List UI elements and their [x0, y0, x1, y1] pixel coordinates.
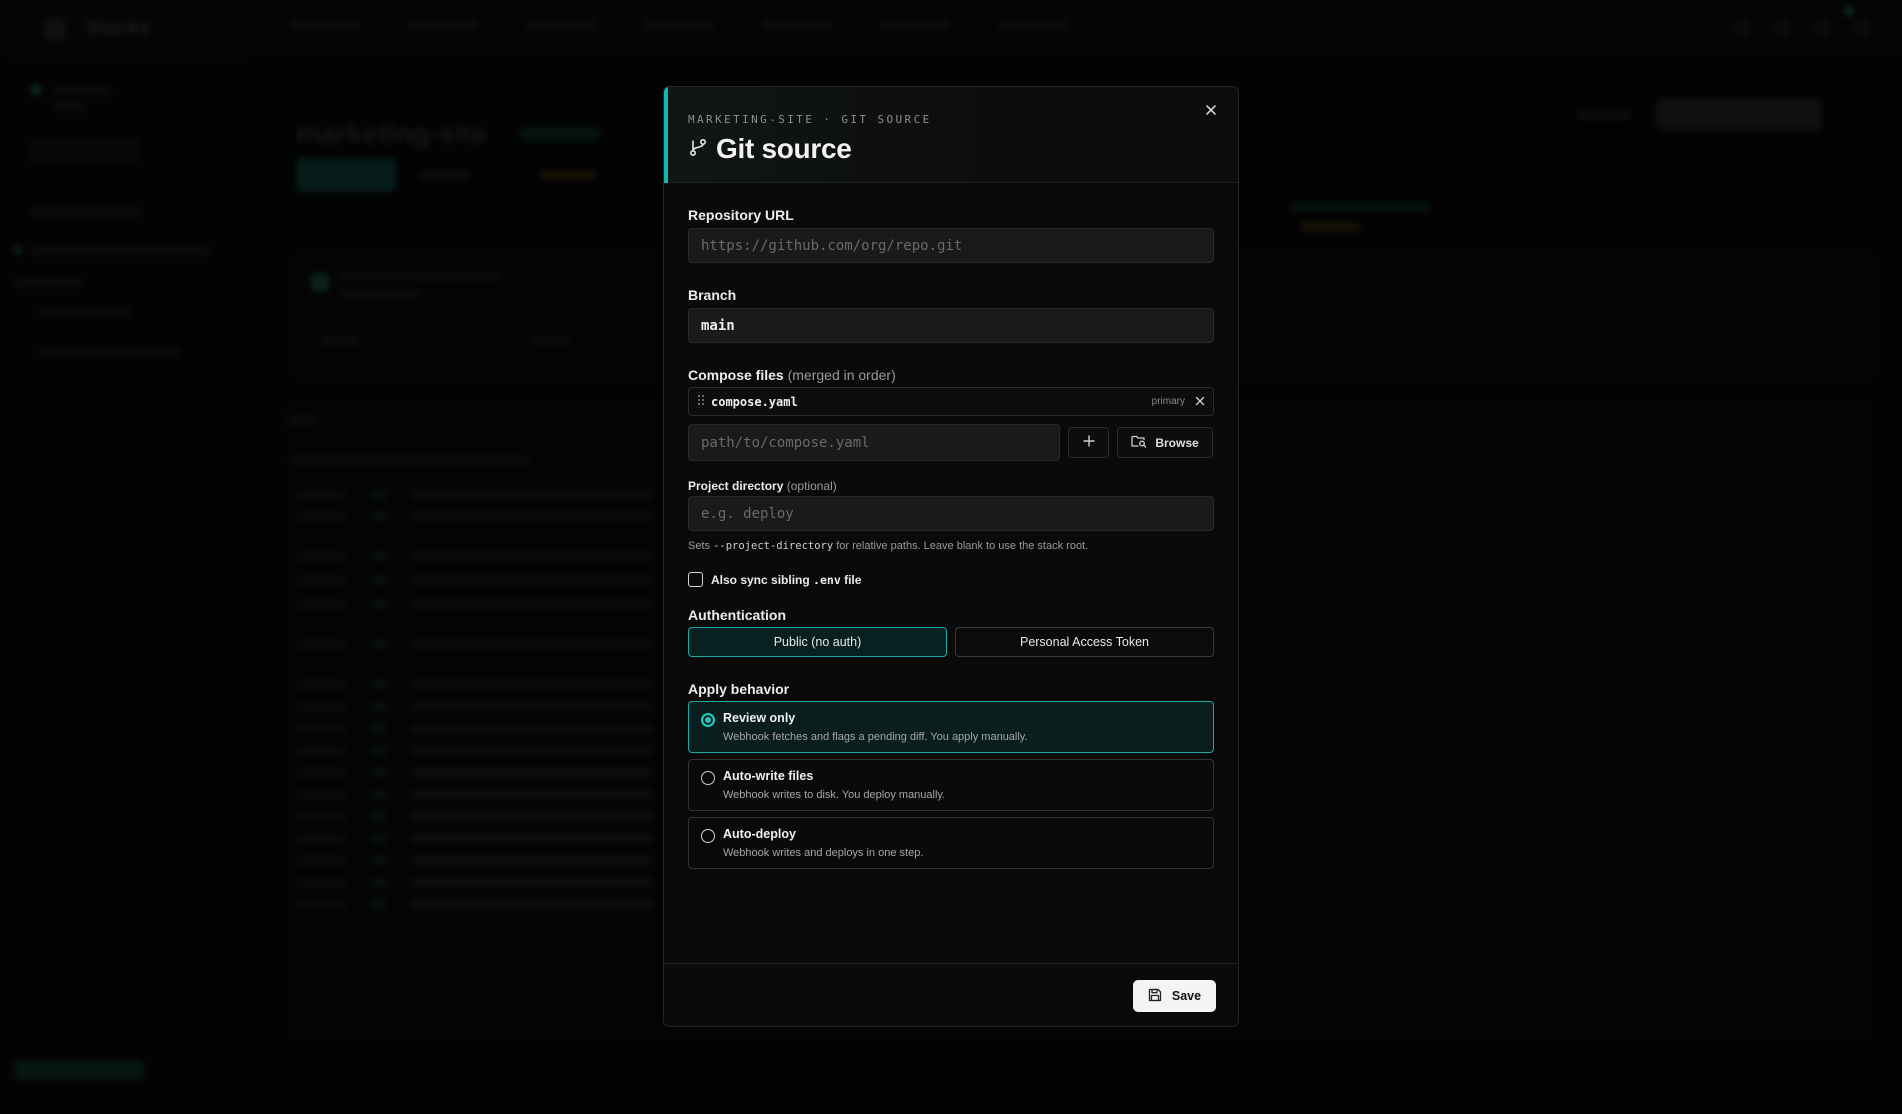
authentication-options: Public (no auth) Personal Access Token — [688, 627, 1214, 657]
browse-label: Browse — [1155, 435, 1199, 450]
plus-icon — [1082, 434, 1095, 452]
authentication-label: Authentication — [688, 607, 786, 623]
apply-option-desc: Webhook writes and deploys in one step. — [723, 847, 924, 859]
add-compose-file-button[interactable] — [1068, 427, 1109, 458]
compose-file-item: compose.yaml primary — [688, 387, 1214, 416]
close-button[interactable] — [1200, 101, 1222, 123]
apply-option-title: Auto-deploy — [723, 827, 796, 841]
sync-env-suffix: file — [844, 572, 862, 587]
compose-files-label: Compose files (merged in order) — [688, 367, 1214, 383]
hint-suffix: for relative paths. Leave blank to use t… — [836, 540, 1089, 552]
project-directory-input[interactable]: e.g. deploy — [688, 496, 1214, 531]
branch-label: Branch — [688, 287, 737, 303]
git-source-dialog: MARKETING-SITE · GIT SOURCE Git source R… — [663, 86, 1239, 1027]
apply-option-title: Review only — [723, 711, 796, 725]
dialog-header: MARKETING-SITE · GIT SOURCE Git source — [664, 87, 1238, 183]
apply-option-auto-deploy[interactable]: Auto-deploy Webhook writes and deploys i… — [688, 817, 1214, 869]
apply-option-auto-write[interactable]: Auto-write files Webhook writes to disk.… — [688, 759, 1214, 811]
save-icon — [1148, 988, 1162, 1005]
compose-path-input[interactable]: path/to/compose.yaml — [688, 424, 1060, 461]
hint-prefix: Sets — [688, 540, 711, 552]
auth-option-public[interactable]: Public (no auth) — [688, 627, 947, 657]
save-button[interactable]: Save — [1133, 980, 1216, 1012]
compose-file-tag: primary — [1151, 396, 1185, 407]
folder-search-icon — [1131, 434, 1147, 451]
sync-env-checkbox[interactable] — [688, 572, 703, 587]
repository-url-placeholder: https://github.com/org/repo.git — [701, 237, 963, 254]
hint-code: --project-directory — [713, 540, 834, 552]
radio-selected[interactable] — [701, 713, 715, 727]
apply-option-desc: Webhook writes to disk. You deploy manua… — [723, 789, 946, 801]
drag-handle-icon[interactable] — [697, 393, 705, 411]
branch-input[interactable]: main — [688, 308, 1214, 343]
project-directory-label: Project directory (optional) — [688, 479, 1214, 493]
sync-env-label: Also sync sibling .env file — [711, 573, 861, 587]
apply-behavior-label: Apply behavior — [688, 681, 790, 697]
project-directory-hint: Sets --project-directory for relative pa… — [688, 540, 1214, 552]
branch-value: main — [701, 317, 735, 334]
repository-url-input[interactable]: https://github.com/org/repo.git — [688, 228, 1214, 263]
radio-unselected[interactable] — [701, 771, 715, 785]
dialog-body: Repository URL https://github.com/org/re… — [664, 207, 1238, 869]
dialog-eyebrow: MARKETING-SITE · GIT SOURCE — [688, 113, 932, 126]
sync-env-code: .env — [813, 572, 841, 587]
auth-option-token[interactable]: Personal Access Token — [955, 627, 1214, 657]
remove-file-icon[interactable] — [1195, 393, 1205, 411]
repository-url-label: Repository URL — [688, 207, 794, 223]
apply-option-review-only[interactable]: Review only Webhook fetches and flags a … — [688, 701, 1214, 753]
dialog-title: Git source — [716, 133, 852, 164]
sync-env-checkbox-row[interactable]: Also sync sibling .env file — [688, 572, 1214, 587]
header-accent-bar — [664, 87, 668, 183]
project-directory-placeholder: e.g. deploy — [701, 505, 794, 522]
save-label: Save — [1171, 989, 1202, 1003]
radio-unselected[interactable] — [701, 829, 715, 843]
compose-path-placeholder: path/to/compose.yaml — [701, 434, 870, 451]
close-icon — [1205, 103, 1217, 121]
compose-files-title: Compose files — [688, 367, 784, 383]
compose-file-name: compose.yaml — [711, 394, 798, 409]
project-directory-title: Project directory — [688, 479, 784, 493]
git-branch-icon — [688, 137, 708, 162]
apply-option-title: Auto-write files — [723, 769, 814, 783]
browse-button[interactable]: Browse — [1117, 427, 1213, 458]
sync-env-prefix: Also sync sibling — [711, 572, 810, 587]
apply-option-desc: Webhook fetches and flags a pending diff… — [723, 731, 1028, 743]
dialog-footer: Save — [664, 963, 1238, 1026]
project-directory-suffix: (optional) — [786, 479, 837, 493]
compose-files-suffix: (merged in order) — [787, 367, 896, 383]
